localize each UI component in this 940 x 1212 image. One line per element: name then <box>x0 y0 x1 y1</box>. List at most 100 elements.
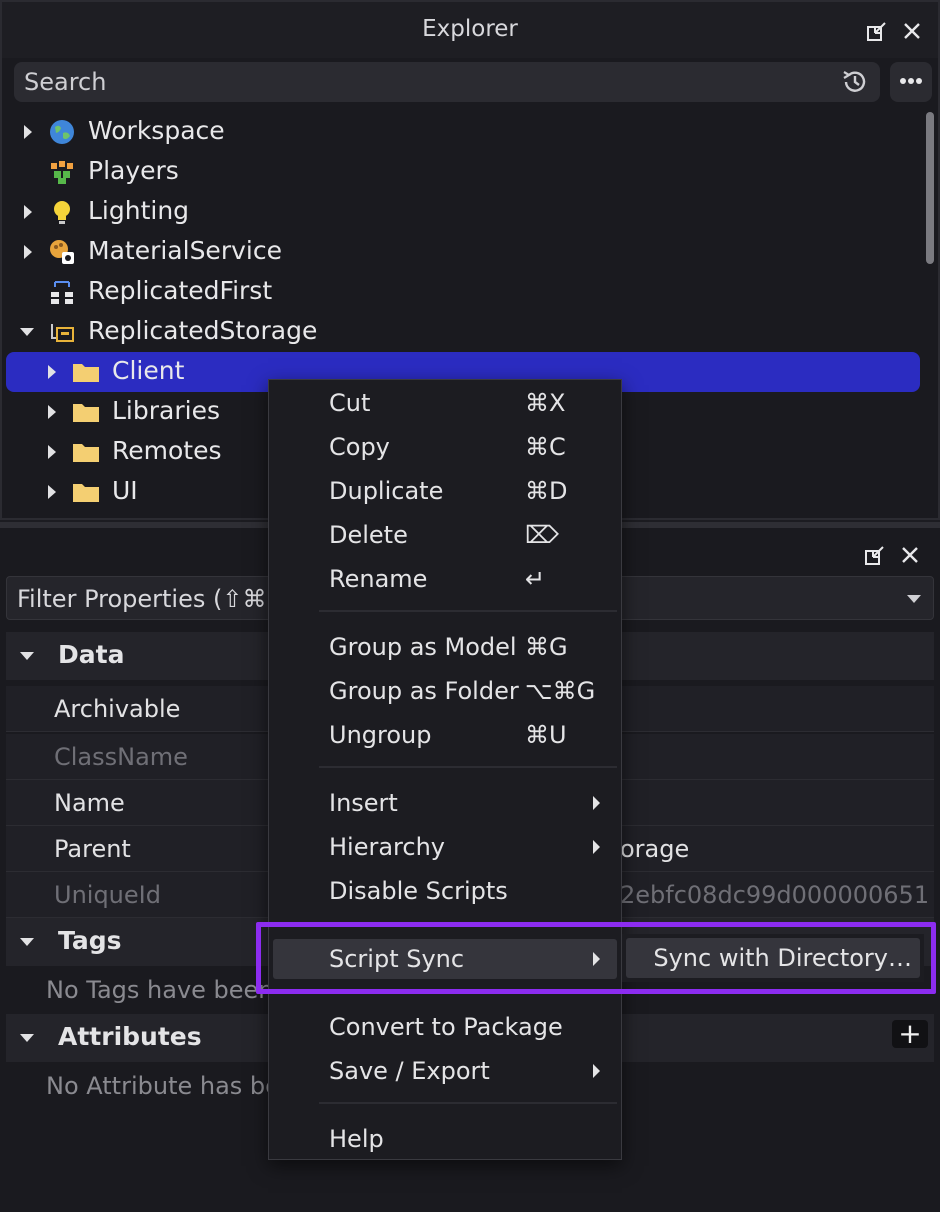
menu-item-ungroup[interactable]: Ungroup ⌘U <box>273 715 617 755</box>
tree-item-materialservice[interactable]: MaterialService <box>6 232 920 272</box>
close-icon[interactable] <box>899 544 921 566</box>
folder-icon <box>73 404 99 422</box>
menu-item-shortcut: ↵ <box>525 565 546 593</box>
menu-item-sync-with-directory[interactable]: Sync with Directory… <box>626 938 920 978</box>
menu-separator <box>319 766 617 768</box>
property-name: ClassName <box>54 743 188 771</box>
menu-separator <box>319 922 617 924</box>
tree-item-label: MaterialService <box>88 236 282 265</box>
menu-item-label: Group as Folder <box>329 677 519 705</box>
property-name: UniqueId <box>54 881 161 909</box>
tree-item-label: ReplicatedStorage <box>88 316 318 345</box>
menu-item-convert-to-package[interactable]: Convert to Package <box>273 1007 617 1047</box>
menu-item-shortcut: ⌥⌘G <box>525 677 596 705</box>
material-service-icon <box>50 240 74 264</box>
menu-item-rename[interactable]: Rename ↵ <box>273 559 617 599</box>
menu-item-label: Sync with Directory… <box>653 944 912 972</box>
expand-caret-icon[interactable] <box>48 365 56 379</box>
tree-item-workspace[interactable]: Workspace <box>6 112 920 152</box>
tree-item-replicatedfirst[interactable]: ReplicatedFirst <box>6 272 920 312</box>
submenu-arrow-icon <box>593 952 600 966</box>
tree-item-lighting[interactable]: Lighting <box>6 192 920 232</box>
expand-caret-icon[interactable] <box>24 245 32 259</box>
expand-caret-icon[interactable] <box>48 445 56 459</box>
menu-item-shortcut: ⌘G <box>525 633 568 661</box>
submenu-arrow-icon <box>593 1064 600 1078</box>
history-icon[interactable] <box>840 67 870 97</box>
menu-item-group-as-model[interactable]: Group as Model ⌘G <box>273 627 617 667</box>
undock-icon[interactable] <box>866 20 888 42</box>
menu-item-shortcut: ⌘C <box>525 433 566 461</box>
menu-item-help[interactable]: Help <box>273 1119 617 1159</box>
more-options-button[interactable] <box>890 62 932 102</box>
menu-item-label: Copy <box>329 433 390 461</box>
collapse-caret-icon[interactable] <box>20 1034 34 1042</box>
replicated-first-icon <box>51 281 73 304</box>
menu-item-copy[interactable]: Copy ⌘C <box>273 427 617 467</box>
menu-item-label: Script Sync <box>329 945 465 973</box>
expand-caret-icon[interactable] <box>24 125 32 139</box>
menu-item-label: Save / Export <box>329 1057 490 1085</box>
menu-item-label: Duplicate <box>329 477 444 505</box>
menu-item-label: Insert <box>329 789 398 817</box>
tree-item-label: Workspace <box>88 116 225 145</box>
menu-item-cut[interactable]: Cut ⌘X <box>273 383 617 423</box>
studio-window: Explorer Search Workspace Players Lighti… <box>0 0 940 1212</box>
submenu-arrow-icon <box>593 796 600 810</box>
expand-caret-icon[interactable] <box>24 205 32 219</box>
folder-icon <box>73 444 99 462</box>
filter-placeholder: Filter Properties (⇧⌘P <box>17 585 281 613</box>
expand-caret-icon[interactable] <box>48 405 56 419</box>
section-title: Tags <box>58 926 122 955</box>
folder-icon <box>73 364 99 382</box>
menu-item-label: Group as Model <box>329 633 517 661</box>
section-title: Data <box>58 640 125 669</box>
tree-item-label: Lighting <box>88 196 190 225</box>
tree-item-label: Client <box>112 356 185 385</box>
property-name: Name <box>54 789 125 817</box>
menu-item-duplicate[interactable]: Duplicate ⌘D <box>273 471 617 511</box>
section-title: Attributes <box>58 1022 202 1051</box>
tree-item-replicatedstorage[interactable]: ReplicatedStorage <box>6 312 920 352</box>
chevron-down-icon[interactable] <box>907 595 921 603</box>
menu-item-shortcut: ⌘U <box>525 721 567 749</box>
menu-item-label: Rename <box>329 565 428 593</box>
menu-item-label: Disable Scripts <box>329 877 508 905</box>
ellipsis-icon <box>900 78 922 84</box>
tree-item-label: ReplicatedFirst <box>88 276 273 305</box>
search-input[interactable] <box>14 62 814 102</box>
property-value: orage <box>620 835 690 863</box>
undock-icon[interactable] <box>864 544 886 566</box>
submenu-arrow-icon <box>593 840 600 854</box>
menu-item-save-export[interactable]: Save / Export <box>273 1051 617 1091</box>
add-attribute-button[interactable]: + <box>892 1020 928 1048</box>
menu-item-label: Delete <box>329 521 408 549</box>
players-icon <box>51 161 73 184</box>
menu-item-label: Cut <box>329 389 371 417</box>
menu-item-insert[interactable]: Insert <box>273 783 617 823</box>
property-name: Archivable <box>54 695 181 723</box>
menu-separator <box>319 990 617 992</box>
collapse-caret-icon[interactable] <box>20 938 34 946</box>
folder-icon <box>73 484 99 502</box>
context-menu: Cut ⌘X Copy ⌘C Duplicate ⌘D Delete ⌦ Ren… <box>268 379 622 1160</box>
menu-separator <box>319 610 617 612</box>
menu-item-shortcut: ⌘D <box>525 477 568 505</box>
menu-item-label: Help <box>329 1125 384 1153</box>
tree-item-players[interactable]: Players <box>6 152 920 192</box>
menu-separator <box>319 1102 617 1104</box>
menu-item-disable-scripts[interactable]: Disable Scripts <box>273 871 617 911</box>
expand-caret-icon[interactable] <box>48 485 56 499</box>
search-field[interactable] <box>14 62 880 102</box>
collapse-caret-icon[interactable] <box>20 328 34 336</box>
menu-item-hierarchy[interactable]: Hierarchy <box>273 827 617 867</box>
collapse-caret-icon[interactable] <box>20 652 34 660</box>
close-icon[interactable] <box>901 20 923 42</box>
menu-item-script-sync[interactable]: Script Sync <box>273 939 617 979</box>
menu-item-delete[interactable]: Delete ⌦ <box>273 515 617 555</box>
scrollbar-thumb[interactable] <box>926 112 934 264</box>
explorer-title: Explorer <box>422 16 518 42</box>
attributes-empty-note: No Attribute has bee <box>46 1072 295 1100</box>
menu-item-group-as-folder[interactable]: Group as Folder ⌥⌘G <box>273 671 617 711</box>
explorer-scrollbar[interactable] <box>922 112 936 520</box>
